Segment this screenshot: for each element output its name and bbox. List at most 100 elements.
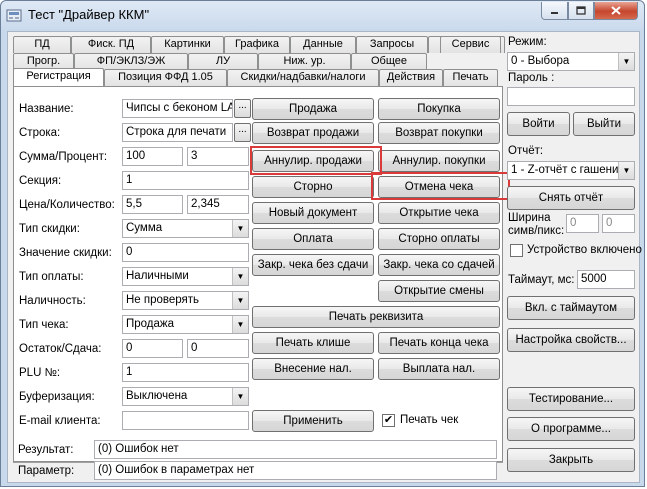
maximize-button[interactable]: [568, 2, 594, 20]
chevron-down-icon: ▼: [618, 162, 634, 179]
about-button[interactable]: О программе...: [507, 417, 635, 441]
sale-button[interactable]: Продажа: [252, 98, 374, 120]
mode-select[interactable]: 0 - Выбора ▼: [507, 52, 635, 71]
tab-row2-2[interactable]: ЛУ: [188, 53, 258, 70]
close-no-change-button[interactable]: Закр. чека без сдачи: [252, 254, 374, 276]
tab-row1-4[interactable]: Данные: [290, 36, 356, 53]
width-label-line2: симв/пикс:: [508, 225, 565, 237]
payment-button[interactable]: Оплата: [252, 228, 374, 250]
report-value: 1 - Z-отчёт с гашение: [511, 164, 625, 176]
open-shift-button[interactable]: Открытие смены: [378, 280, 500, 302]
tab-row3-4[interactable]: Печать: [443, 69, 498, 86]
testing-button[interactable]: Тестирование...: [507, 387, 635, 411]
minimize-icon: [551, 12, 558, 14]
buffer-label: Буферизация:: [19, 391, 95, 403]
print-cliche-button[interactable]: Печать клише: [252, 332, 374, 354]
discount-type-value: Сумма: [126, 222, 163, 234]
discount-value-label: Значение скидки:: [19, 247, 112, 259]
tab-row1-2[interactable]: Картинки: [151, 36, 224, 53]
logout-button[interactable]: Выйти: [573, 112, 635, 136]
print-check-label: Печать чек: [400, 414, 459, 426]
settings-button[interactable]: Настройка свойств...: [507, 328, 635, 352]
open-check-button[interactable]: Открытие чека: [378, 202, 500, 224]
apply-button[interactable]: Применить: [252, 410, 374, 432]
tab-row1-7[interactable]: Сервис: [440, 36, 501, 53]
sum-input[interactable]: 100: [122, 147, 183, 166]
tab-row1-1[interactable]: Фиск. ПД: [71, 36, 151, 53]
check-type-value: Продажа: [126, 318, 174, 330]
password-label: Пароль :: [508, 72, 555, 84]
discount-type-select[interactable]: Сумма ▼: [122, 219, 249, 238]
close-with-change-button[interactable]: Закр. чека со сдачей: [378, 254, 500, 276]
name-input[interactable]: Чипсы с беконом LA: [122, 99, 233, 118]
email-input[interactable]: [122, 411, 249, 430]
cash-value: Не проверять: [126, 294, 200, 306]
highlight-cancel-sale: [250, 146, 382, 175]
tab-row3-1[interactable]: Позиция ФФД 1.05: [104, 69, 227, 86]
discount-value-input[interactable]: 0: [122, 243, 249, 262]
cancel-purchase-button[interactable]: Аннулир. покупки: [378, 150, 500, 172]
storno-button[interactable]: Сторно: [252, 176, 374, 198]
width-pixels-input[interactable]: 0: [602, 214, 635, 233]
tab-row2-3[interactable]: Ниж. ур.: [258, 53, 351, 70]
maximize-icon: [576, 6, 586, 15]
new-document-button[interactable]: Новый документ: [252, 202, 374, 224]
buffer-select[interactable]: Выключена ▼: [122, 387, 249, 406]
quantity-input[interactable]: 2,345: [187, 195, 249, 214]
minimize-button[interactable]: [541, 2, 568, 20]
tab-row3-3[interactable]: Действия: [379, 69, 443, 86]
result-label: Результат:: [18, 444, 74, 456]
report-select[interactable]: 1 - Z-отчёт с гашение ▼: [507, 161, 635, 180]
chevron-down-icon: ▼: [232, 316, 248, 333]
name-label: Название:: [19, 103, 74, 115]
print-check-end-button[interactable]: Печать конца чека: [378, 332, 500, 354]
return-sale-button[interactable]: Возврат продажи: [252, 122, 374, 144]
cash-select[interactable]: Не проверять ▼: [122, 291, 249, 310]
percent-input[interactable]: 3: [187, 147, 249, 166]
payment-type-select[interactable]: Наличными ▼: [122, 267, 249, 286]
tab-row1-3[interactable]: Графика: [224, 36, 290, 53]
result-field: (0) Ошибок нет: [94, 440, 497, 459]
app-icon: [6, 9, 22, 22]
remainder-input[interactable]: 0: [122, 339, 183, 358]
name-browse-button[interactable]: ...: [234, 99, 251, 118]
cash-in-button[interactable]: Внесение нал.: [252, 358, 374, 380]
print-check-checkbox[interactable]: ✔: [382, 414, 395, 427]
close-button[interactable]: Закрыть: [507, 448, 635, 472]
login-button[interactable]: Войти: [507, 112, 570, 136]
email-label: E-mail клиента:: [19, 415, 101, 427]
tab-row3-2[interactable]: Скидки/надбавки/налоги: [227, 69, 379, 86]
tab-row2-4[interactable]: Общее: [351, 53, 427, 70]
purchase-button[interactable]: Покупка: [378, 98, 500, 120]
tab-row1-5[interactable]: Запросы: [356, 36, 428, 53]
take-report-button[interactable]: Снять отчёт: [507, 186, 635, 210]
enable-timeout-button[interactable]: Вкл. с таймаутом: [507, 296, 635, 320]
string-browse-button[interactable]: ...: [234, 123, 251, 142]
payment-type-label: Тип оплаты:: [19, 271, 84, 283]
price-label: Цена/Количество:: [19, 199, 115, 211]
change-input[interactable]: 0: [187, 339, 249, 358]
password-input[interactable]: [507, 87, 635, 106]
timeout-input[interactable]: 5000: [577, 270, 635, 289]
width-chars-input[interactable]: 0: [566, 214, 599, 233]
device-enabled-checkbox[interactable]: [510, 244, 523, 257]
section-input[interactable]: 1: [122, 171, 249, 190]
tab-row3-0[interactable]: Регистрация: [13, 68, 104, 87]
print-requisite-button[interactable]: Печать реквизита: [252, 306, 500, 328]
chevron-down-icon: ▼: [232, 268, 248, 285]
check-type-select[interactable]: Продажа ▼: [122, 315, 249, 334]
remainder-label: Остаток/Сдача:: [19, 343, 102, 355]
plu-input[interactable]: 1: [122, 363, 249, 382]
registration-panel: Название: Чипсы с беконом LA ... Строка:…: [13, 86, 510, 462]
param-label: Параметр:: [18, 465, 75, 477]
string-input[interactable]: Строка для печати: [122, 123, 233, 142]
sum-label: Сумма/Процент:: [19, 151, 108, 163]
cash-out-button[interactable]: Выплата нал.: [378, 358, 500, 380]
payment-type-value: Наличными: [126, 270, 189, 282]
tab-row1-0[interactable]: ПД: [13, 36, 71, 53]
storno-payment-button[interactable]: Сторно оплаты: [378, 228, 500, 250]
close-window-button[interactable]: [594, 2, 638, 20]
return-purchase-button[interactable]: Возврат покупки: [378, 122, 500, 144]
price-input[interactable]: 5,5: [122, 195, 183, 214]
check-type-label: Тип чека:: [19, 319, 69, 331]
